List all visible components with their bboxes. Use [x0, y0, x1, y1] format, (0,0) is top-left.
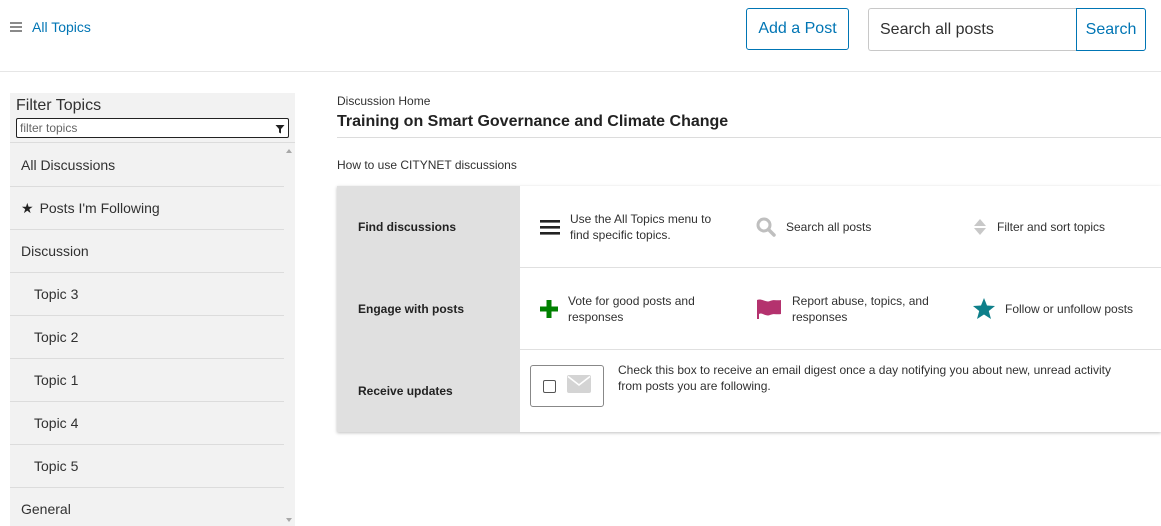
email-digest-toggle[interactable] — [530, 365, 604, 407]
sort-icon — [973, 218, 987, 236]
help-cell-vote: Vote for good posts and responses — [540, 268, 750, 349]
row-label: Engage with posts — [337, 268, 520, 349]
topics-sidebar: Filter Topics All Discussions ★ Posts I'… — [10, 93, 295, 526]
help-text: Report abuse, topics, and responses — [792, 293, 929, 324]
star-icon — [973, 298, 995, 319]
sidebar-item-topic-1[interactable]: Topic 1 — [10, 359, 284, 402]
filter-icon — [275, 125, 285, 134]
row-label: Find discussions — [337, 186, 520, 267]
help-cell-follow: Follow or unfollow posts — [973, 268, 1161, 349]
help-cell-report: Report abuse, topics, and responses — [756, 268, 966, 349]
sidebar-item-label: Topic 3 — [34, 286, 79, 302]
sidebar-item-general[interactable]: General — [10, 488, 284, 526]
search-icon — [756, 217, 776, 237]
digest-description: Check this box to receive an email diges… — [618, 363, 1111, 393]
help-row-find: Find discussions Use the All Topics menu… — [337, 186, 1161, 268]
help-text: Filter and sort topics — [997, 219, 1106, 234]
discussion-help-table: Find discussions Use the All Topics menu… — [337, 186, 1161, 432]
sidebar-item-discussion[interactable]: Discussion — [10, 230, 284, 273]
sidebar-item-label: Posts I'm Following — [39, 200, 160, 216]
star-icon: ★ — [21, 199, 34, 216]
sidebar-scrollbar[interactable] — [283, 144, 295, 526]
scroll-down-arrow-icon[interactable] — [286, 518, 292, 522]
help-text: Search all posts — [786, 219, 872, 234]
filter-title: Filter Topics — [16, 97, 102, 114]
topics-list: All Discussions ★ Posts I'm Following Di… — [10, 144, 284, 526]
all-topics-menu[interactable]: All Topics — [10, 17, 91, 37]
sidebar-item-topic-5[interactable]: Topic 5 — [10, 445, 284, 488]
menu-icon — [10, 22, 22, 32]
sidebar-item-topic-3[interactable]: Topic 3 — [10, 273, 284, 316]
help-cell-sort: Filter and sort topics — [973, 186, 1161, 267]
breadcrumb[interactable]: Discussion Home — [337, 94, 430, 108]
help-row-engage: Engage with posts Vote for good posts an… — [337, 268, 1161, 350]
sidebar-item-all-discussions[interactable]: All Discussions — [10, 144, 284, 187]
sidebar-item-label: Topic 5 — [34, 458, 79, 474]
filter-header: Filter Topics — [10, 93, 295, 143]
sidebar-item-label: Topic 4 — [34, 415, 79, 431]
help-text: Vote for good posts and responses — [568, 293, 695, 324]
page-title: Training on Smart Governance and Climate… — [337, 113, 729, 130]
all-topics-label: All Topics — [32, 19, 91, 35]
envelope-icon — [567, 374, 591, 398]
menu-icon — [540, 219, 560, 235]
howto-heading: How to use CITYNET discussions — [337, 158, 517, 172]
help-row-updates: Receive updates Check this box to receiv… — [337, 350, 1161, 432]
plus-icon — [540, 299, 558, 318]
add-post-button[interactable]: Add a Post — [746, 8, 849, 50]
sidebar-item-topic-4[interactable]: Topic 4 — [10, 402, 284, 445]
search-input[interactable] — [868, 8, 1077, 51]
filter-box — [16, 118, 289, 138]
title-divider — [337, 137, 1161, 138]
sidebar-item-label: All Discussions — [21, 157, 116, 173]
flag-icon — [756, 299, 782, 319]
help-text: Follow or unfollow posts — [1005, 301, 1134, 316]
help-text: Use the All Topics menu to find specific… — [570, 211, 712, 242]
email-digest-checkbox[interactable] — [543, 379, 556, 393]
filter-topics-input[interactable] — [17, 119, 267, 137]
help-cell-all-topics: Use the All Topics menu to find specific… — [540, 186, 750, 267]
sidebar-item-label: Topic 1 — [34, 372, 79, 388]
help-cell-search: Search all posts — [756, 186, 956, 267]
row-label: Receive updates — [337, 350, 520, 432]
search-button[interactable]: Search — [1076, 8, 1146, 51]
scroll-up-arrow-icon[interactable] — [286, 149, 292, 153]
sidebar-item-label: Topic 2 — [34, 329, 79, 345]
sidebar-item-posts-following[interactable]: ★ Posts I'm Following — [10, 187, 284, 230]
sidebar-item-label: Discussion — [21, 243, 89, 259]
top-bar: All Topics Add a Post Search — [0, 0, 1161, 72]
sidebar-item-label: General — [21, 501, 71, 517]
sidebar-item-topic-2[interactable]: Topic 2 — [10, 316, 284, 359]
